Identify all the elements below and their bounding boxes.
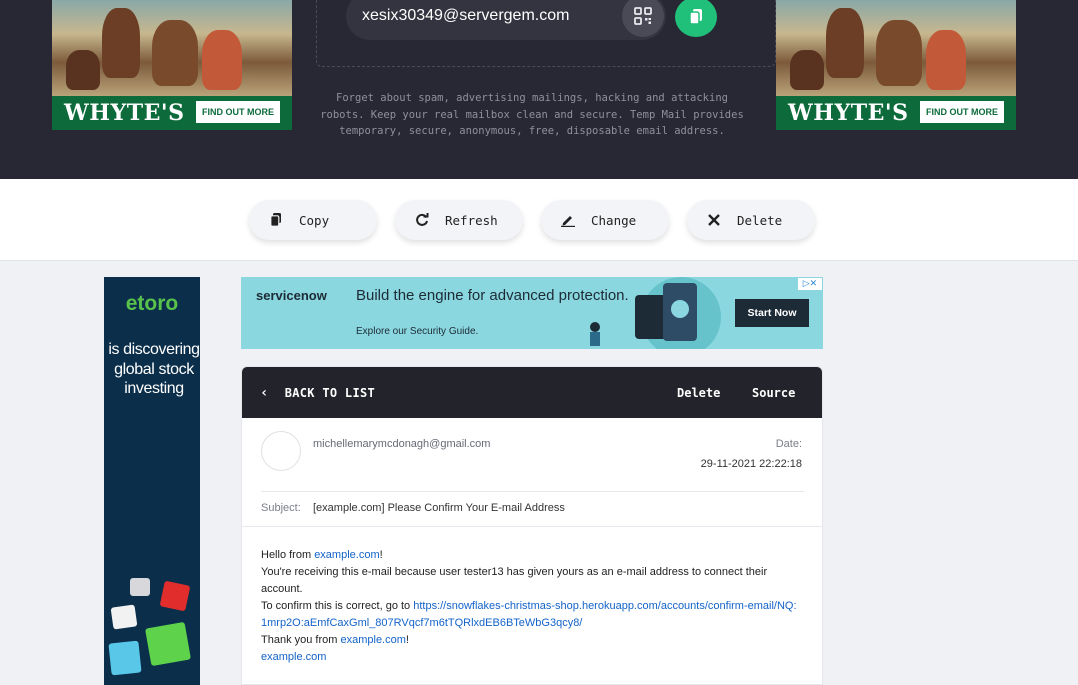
change-label: Change <box>591 212 637 228</box>
body-line-hello: Hello from example.com! <box>261 549 383 561</box>
ad-cta-button[interactable]: FIND OUT MORE <box>920 101 1004 123</box>
signature-link[interactable]: example.com <box>261 651 326 663</box>
etoro-text: is discovering global stock investing <box>108 341 200 397</box>
delete-label: Delete <box>737 212 783 228</box>
delete-button[interactable]: Delete <box>687 200 815 240</box>
subject-value: [example.com] Please Confirm Your E-mail… <box>313 502 565 514</box>
body-line-signature: example.com <box>261 649 801 666</box>
ad-choices-icon[interactable]: ▷✕ <box>798 278 822 290</box>
back-label: BACK TO LIST <box>284 386 376 400</box>
refresh-label: Refresh <box>445 212 498 228</box>
etoro-logo: etoro <box>125 292 179 315</box>
email-address[interactable]: xesix30349@servergem.com <box>362 7 569 25</box>
copy-label: Copy <box>299 212 330 228</box>
whytes-ad-right[interactable]: WHYTE'S FIND OUT MORE <box>776 0 1016 130</box>
sender-email: michellemarymcdonagh@gmail.com <box>313 438 491 450</box>
date-label: Date: <box>775 438 802 450</box>
subject-label: Subject: <box>261 502 301 514</box>
servicenow-banner-ad[interactable]: servicenow Build the engine for advanced… <box>241 277 823 349</box>
qr-code-icon <box>634 7 652 25</box>
message-delete-button[interactable]: Delete <box>677 386 720 400</box>
change-button[interactable]: Change <box>541 200 669 240</box>
divider <box>261 491 804 492</box>
banner-illustration <box>590 277 721 349</box>
message-body: Hello from example.com! You're receiving… <box>261 547 801 666</box>
chevron-left-icon: ‹ <box>260 385 269 401</box>
message-toolbar: ‹ BACK TO LIST Delete Source <box>242 367 822 418</box>
ad-brand: WHYTE'S <box>64 100 185 126</box>
header-band: WHYTE'S FIND OUT MORE WHYTE'S FIND OUT M… <box>0 0 1078 179</box>
start-now-button[interactable]: Start Now <box>735 299 809 327</box>
divider <box>242 526 822 527</box>
date-value: 29-11-2021 22:22:18 <box>700 458 802 470</box>
message-source-button[interactable]: Source <box>752 386 795 400</box>
body-line-thanks: Thank you from example.com! <box>261 634 409 646</box>
sender-avatar <box>261 431 301 471</box>
body-line-reason: You're receiving this e-mail because use… <box>261 566 768 595</box>
body-line-confirm: To confirm this is correct, go to https:… <box>261 600 797 629</box>
servicenow-logo: servicenow <box>256 288 327 303</box>
back-to-list-button[interactable]: ‹ BACK TO LIST <box>260 385 375 401</box>
whytes-ad-left[interactable]: WHYTE'S FIND OUT MORE <box>52 0 292 130</box>
tagline: Forget about spam, advertising mailings,… <box>320 92 744 137</box>
site-link[interactable]: example.com <box>340 634 405 646</box>
edit-pen-icon <box>561 213 575 227</box>
copy-button[interactable]: Copy <box>249 200 377 240</box>
etoro-ad[interactable]: etoro is discovering global stock invest… <box>104 277 200 685</box>
ad-cta-button[interactable]: FIND OUT MORE <box>196 101 280 123</box>
refresh-button[interactable]: Refresh <box>395 200 523 240</box>
refresh-icon <box>415 213 429 227</box>
site-link[interactable]: example.com <box>314 549 379 561</box>
copy-icon <box>269 213 283 227</box>
banner-subtext: Explore our Security Guide. <box>356 326 479 337</box>
action-bar: Copy Refresh Change Delete <box>0 179 1078 261</box>
ad-painting-image <box>52 0 292 96</box>
close-icon <box>707 213 721 227</box>
copy-icon <box>689 9 702 25</box>
ad-brand: WHYTE'S <box>788 100 909 126</box>
ad-painting-image <box>776 0 1016 96</box>
email-message-card: ‹ BACK TO LIST Delete Source michellemar… <box>241 366 823 685</box>
